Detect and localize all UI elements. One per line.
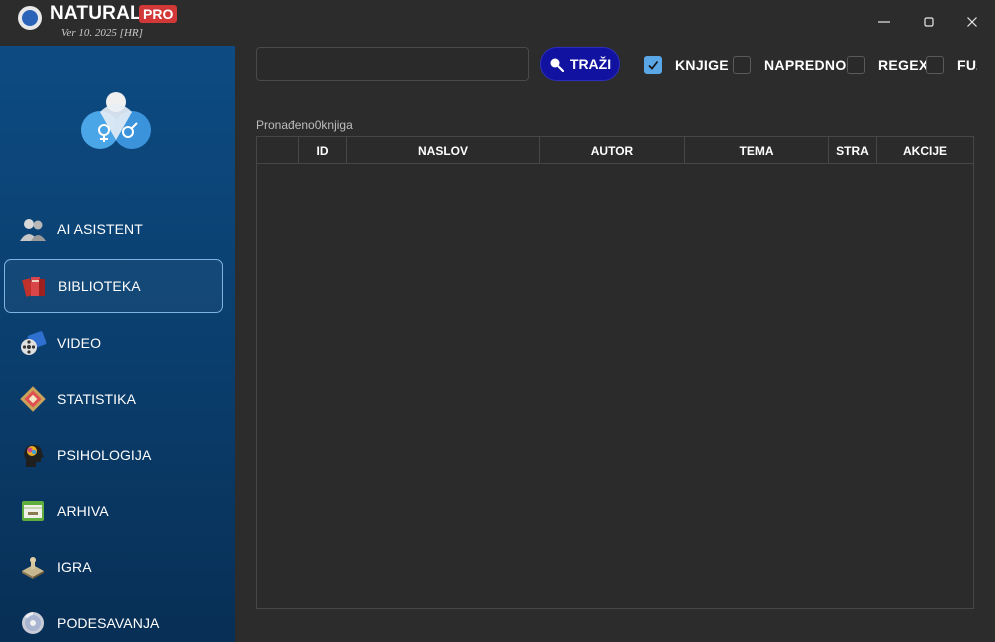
close-icon <box>967 17 977 27</box>
sidebar-item-ai-asistent[interactable]: AI ASISTENT <box>4 202 223 256</box>
column-header-select[interactable] <box>257 137 299 164</box>
app-logo-emblem-icon <box>81 92 151 149</box>
results-count: Pronađeno0knjiga <box>256 118 353 132</box>
table-header: ID NASLOV AUTOR TEMA STRA AKCIJE <box>257 137 973 164</box>
column-header-tema[interactable]: TEMA <box>685 137 829 164</box>
minimize-button[interactable] <box>862 6 906 38</box>
sidebar-item-label: PODESAVANJA <box>57 615 160 631</box>
video-film-icon <box>18 328 48 358</box>
sidebar-item-label: IGRA <box>57 559 92 575</box>
maximize-icon <box>924 17 934 27</box>
app-logo-icon <box>18 6 42 30</box>
sidebar-item-arhiva[interactable]: ARHIVA <box>4 484 223 538</box>
sidebar-item-label: STATISTIKA <box>57 391 137 407</box>
app-version: Ver 10. 2025 [HR] <box>61 27 143 39</box>
knjige-checkbox[interactable] <box>644 56 662 74</box>
sidebar-item-igra[interactable]: IGRA <box>4 540 223 594</box>
results-table: ID NASLOV AUTOR TEMA STRA AKCIJE <box>256 136 974 609</box>
close-button[interactable] <box>950 6 994 38</box>
column-header-stranice[interactable]: STRA <box>829 137 877 164</box>
column-header-akcije[interactable]: AKCIJE <box>877 137 973 164</box>
brain-head-icon <box>18 440 48 470</box>
column-header-id[interactable]: ID <box>299 137 347 164</box>
option-label: REGEX <box>878 57 929 73</box>
option-label: NAPREDNO <box>764 57 847 73</box>
archive-box-icon <box>18 496 48 526</box>
pro-badge: PRO <box>139 5 178 23</box>
option-fuz[interactable]: FUZ <box>926 55 977 75</box>
fuz-checkbox[interactable] <box>926 56 944 74</box>
sidebar-item-psihologija[interactable]: PSIHOLOGIJA <box>4 428 223 482</box>
option-knjige[interactable]: KNJIGE <box>644 55 729 75</box>
sidebar-item-label: BIBLIOTEKA <box>58 278 141 294</box>
option-regex[interactable]: REGEX <box>847 55 929 75</box>
option-label: FUZ <box>957 57 977 73</box>
column-header-naslov[interactable]: NASLOV <box>347 137 540 164</box>
napredno-checkbox[interactable] <box>733 56 751 74</box>
app-window: NATURAL PRO Ver 10. 2025 [HR] AI ASISTEN… <box>0 0 995 642</box>
search-button[interactable]: TRAŽI <box>540 47 620 81</box>
assistant-people-icon <box>18 214 48 244</box>
sidebar-item-statistika[interactable]: STATISTIKA <box>4 372 223 426</box>
sidebar-item-biblioteka[interactable]: BIBLIOTEKA <box>4 259 223 313</box>
option-fuz-clip: FUZ <box>925 52 977 78</box>
books-icon <box>19 271 49 301</box>
minimize-icon <box>878 21 890 23</box>
option-napredno[interactable]: NAPREDNO <box>733 55 847 75</box>
search-input[interactable] <box>256 47 529 81</box>
option-label: KNJIGE <box>675 57 729 73</box>
sidebar-item-label: VIDEO <box>57 335 102 351</box>
sidebar: AI ASISTENT BIBLIOTEKA VIDEO STATISTIKA <box>0 46 235 642</box>
regex-checkbox[interactable] <box>847 56 865 74</box>
sidebar-item-video[interactable]: VIDEO <box>4 316 223 370</box>
settings-disc-icon <box>18 608 48 638</box>
game-chess-icon <box>18 552 48 582</box>
sidebar-item-label: ARHIVA <box>57 503 109 519</box>
search-icon <box>550 58 564 72</box>
sidebar-item-podesavanja[interactable]: PODESAVANJA <box>4 596 223 642</box>
title-bar: NATURAL PRO Ver 10. 2025 [HR] <box>0 0 995 46</box>
statistics-chart-icon <box>18 384 48 414</box>
maximize-button[interactable] <box>907 6 951 38</box>
sidebar-item-label: PSIHOLOGIJA <box>57 447 152 463</box>
column-header-autor[interactable]: AUTOR <box>540 137 685 164</box>
search-button-label: TRAŽI <box>569 56 612 72</box>
sidebar-item-label: AI ASISTENT <box>57 221 143 237</box>
checkmark-icon <box>648 60 659 70</box>
app-title: NATURAL <box>50 3 142 24</box>
